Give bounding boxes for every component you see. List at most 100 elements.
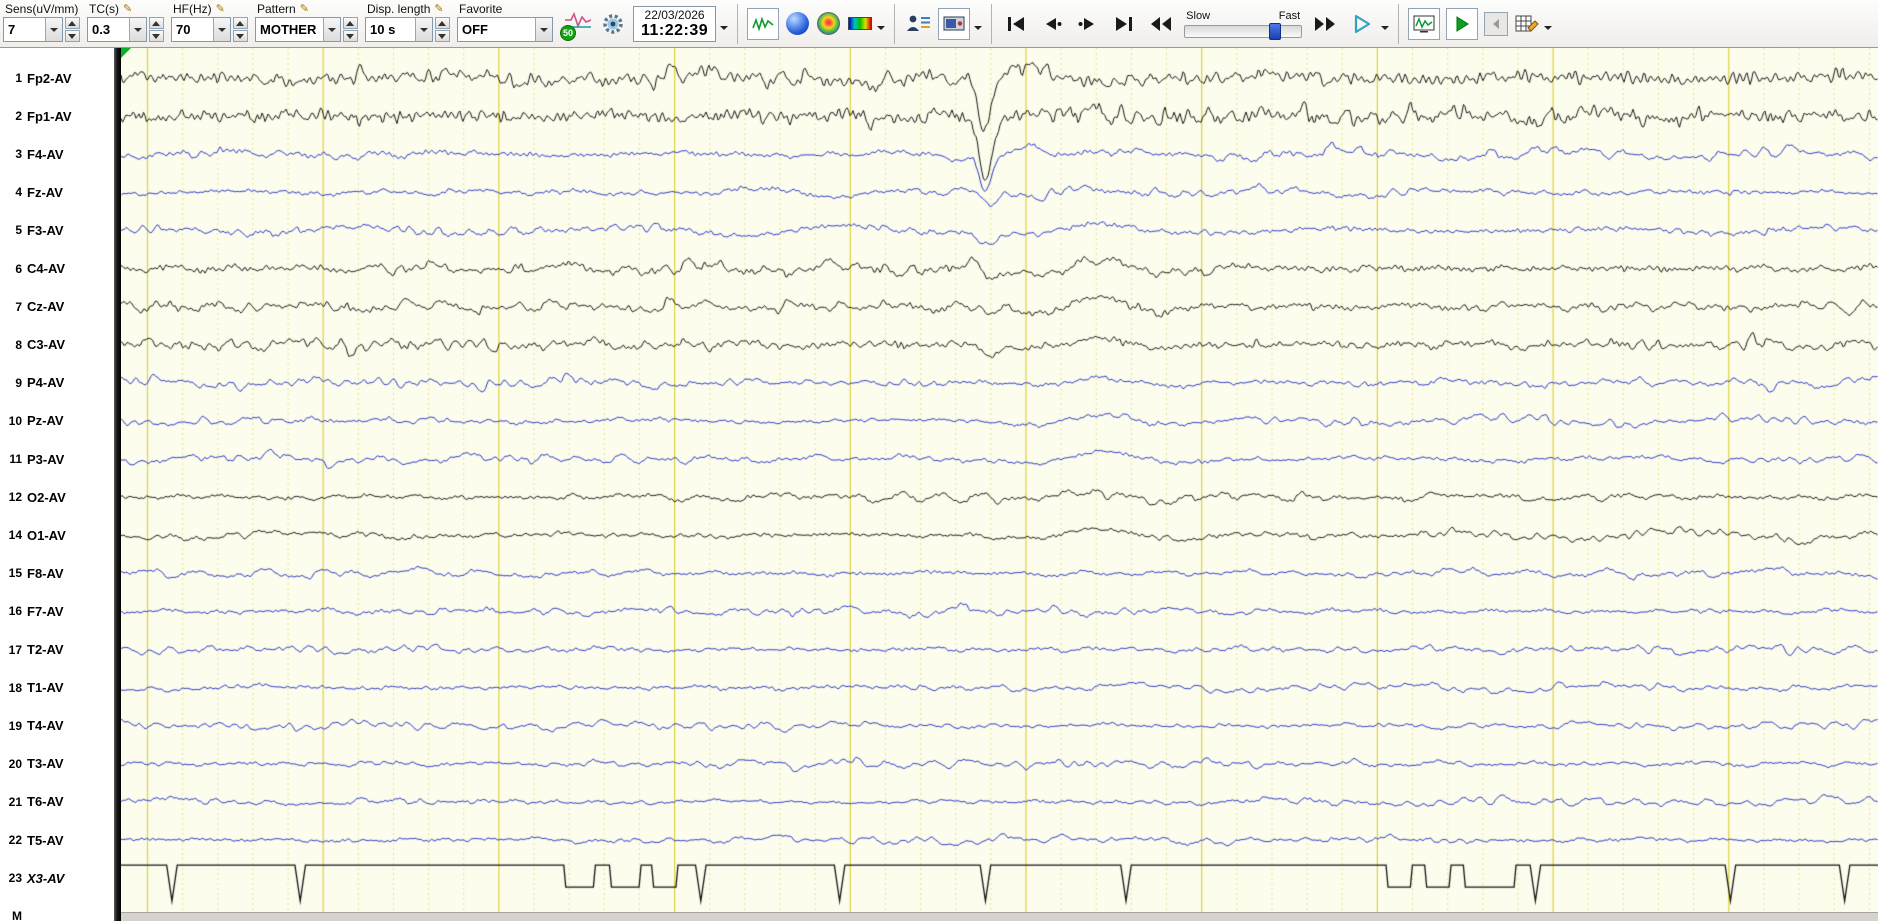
disp-length-combo[interactable]: 10 s (365, 17, 433, 42)
sens-spin-down-icon[interactable] (65, 30, 80, 42)
favorite-control: Favorite OFF (457, 1, 553, 42)
play-button[interactable] (1346, 10, 1378, 38)
channel-row-t4-av[interactable]: 19 T4-AV (0, 716, 114, 736)
notch-filter-icon[interactable]: 50 (560, 11, 592, 41)
panel-divider[interactable] (114, 48, 121, 921)
step-back-button[interactable] (1036, 12, 1068, 36)
disp-length-spin-up-icon[interactable] (435, 17, 450, 29)
datetime-display[interactable]: 22/03/2026 11:22:39 (633, 5, 717, 42)
settings-gear-icon[interactable] (600, 11, 626, 37)
hf-dropdown-icon[interactable] (213, 18, 230, 41)
eeg-trace-button[interactable] (747, 7, 780, 40)
collapse-left-button[interactable] (1484, 11, 1509, 36)
hf-combo[interactable]: 70 (171, 17, 231, 42)
color-scale-icon[interactable] (848, 17, 873, 30)
channel-row-o2-av[interactable]: 12 O2-AV (0, 487, 114, 507)
favorite-combo[interactable]: OFF (457, 17, 553, 42)
channel-row-f3-av[interactable]: 5 F3-AV (0, 220, 114, 240)
channel-number: 7 (15, 299, 22, 314)
map-dropdown-icon[interactable] (877, 25, 886, 34)
channel-number: 6 (15, 261, 22, 276)
channel-row-t5-av[interactable]: 22 T5-AV (0, 830, 114, 850)
blue-sphere-icon (786, 12, 810, 35)
hf-spin-down-icon[interactable] (233, 30, 248, 42)
video-display-button[interactable] (938, 7, 971, 40)
channel-row-p4-av[interactable]: 9 P4-AV (0, 373, 114, 393)
speed-slider[interactable]: Slow Fast (1184, 10, 1303, 40)
channel-number: 22 (8, 833, 22, 847)
eeg-viewer-window: Sens(uV/mm) 7 TC(s) ✎ 0.3 HF(Hz) ✎ 70 Pa… (0, 0, 1878, 921)
video-dropdown-icon[interactable] (974, 25, 983, 34)
go-last-button[interactable] (1108, 12, 1140, 36)
tc-value: 0.3 (92, 22, 111, 37)
channel-row-p3-av[interactable]: 11 P3-AV (0, 449, 114, 469)
go-first-button[interactable] (1000, 12, 1032, 36)
sphere-map-icon[interactable] (786, 12, 810, 35)
pattern-edit-pencil-icon[interactable]: ✎ (300, 3, 309, 15)
patient-info-icon[interactable] (905, 13, 931, 35)
favorite-label: Favorite (459, 2, 503, 16)
speed-slider-thumb[interactable] (1268, 22, 1281, 40)
sens-dropdown-icon[interactable] (45, 18, 62, 41)
sens-spin-up-icon[interactable] (65, 17, 80, 29)
pattern-combo[interactable]: MOTHER (255, 17, 341, 42)
start-recording-button[interactable] (1446, 7, 1479, 40)
eeg-traces-canvas[interactable] (121, 48, 1878, 921)
tc-spin-down-icon[interactable] (149, 30, 164, 42)
hf-label: HF(Hz) (173, 2, 212, 16)
channel-row-t3-av[interactable]: 20 T3-AV (0, 754, 114, 774)
channel-row-t1-av[interactable]: 18 T1-AV (0, 678, 114, 698)
pattern-dropdown-icon[interactable] (323, 18, 340, 41)
monitor-trace-button[interactable] (1408, 7, 1441, 40)
channel-row-x3-av[interactable]: 23 X3-AV (0, 868, 114, 888)
channel-row-m[interactable]: M (0, 906, 114, 921)
pattern-spin-down-icon[interactable] (343, 30, 358, 42)
tc-edit-pencil-icon[interactable]: ✎ (123, 3, 132, 15)
channel-row-t6-av[interactable]: 21 T6-AV (0, 792, 114, 812)
channel-row-cz-av[interactable]: 7 Cz-AV (0, 297, 114, 317)
datetime-dropdown-icon[interactable] (720, 25, 729, 34)
channel-row-c3-av[interactable]: 8 C3-AV (0, 335, 114, 355)
disp-length-spin-down-icon[interactable] (435, 30, 450, 42)
channel-number: 10 (8, 413, 22, 428)
channel-label: O1-AV (27, 527, 66, 543)
favorite-dropdown-icon[interactable] (535, 18, 552, 41)
disp-length-dropdown-icon[interactable] (415, 18, 432, 41)
speed-slider-track[interactable] (1184, 22, 1303, 40)
channel-row-fp2-av[interactable]: 1 Fp2-AV (0, 68, 114, 88)
channel-label: C3-AV (27, 337, 66, 353)
notch-value-badge: 50 (560, 24, 576, 41)
channel-row-c4-av[interactable]: 6 C4-AV (0, 259, 114, 279)
disp-length-edit-pencil-icon[interactable]: ✎ (434, 3, 443, 15)
channel-label: T5-AV (27, 832, 64, 848)
pattern-label: Pattern (257, 2, 296, 16)
channel-row-f4-av[interactable]: 3 F4-AV (0, 144, 114, 164)
pattern-spin-up-icon[interactable] (343, 17, 358, 29)
topography-map-icon[interactable] (817, 12, 841, 35)
rewind-button[interactable] (1144, 12, 1178, 36)
hf-spin-up-icon[interactable] (233, 17, 248, 29)
tc-spin-up-icon[interactable] (149, 17, 164, 29)
montage-edit-icon[interactable] (1515, 13, 1539, 35)
hf-edit-pencil-icon[interactable]: ✎ (216, 3, 225, 15)
channel-label-panel: 1 Fp2-AV 2 Fp1-AV 3 F4-AV 4 Fz-AV 5 F3-AV 6 C4-AV 7 C… (0, 48, 114, 921)
play-dropdown-icon[interactable] (1381, 25, 1390, 34)
tc-combo[interactable]: 0.3 (87, 17, 147, 42)
channel-row-fp1-av[interactable]: 2 Fp1-AV (0, 106, 114, 126)
horizontal-scrollbar[interactable] (121, 912, 1878, 921)
channel-label: Fz-AV (27, 184, 63, 200)
channel-row-fz-av[interactable]: 4 Fz-AV (0, 182, 114, 202)
step-forward-button[interactable] (1072, 12, 1104, 36)
channel-row-f7-av[interactable]: 16 F7-AV (0, 601, 114, 621)
montage-dropdown-icon[interactable] (1544, 25, 1553, 34)
fast-forward-button[interactable] (1308, 12, 1342, 36)
sens-combo[interactable]: 7 (3, 17, 63, 42)
tc-dropdown-icon[interactable] (129, 18, 146, 41)
channel-number: 1 (15, 71, 22, 85)
channel-number: 15 (8, 566, 22, 581)
channel-row-pz-av[interactable]: 10 Pz-AV (0, 411, 114, 431)
channel-row-o1-av[interactable]: 14 O1-AV (0, 525, 114, 545)
channel-row-t2-av[interactable]: 17 T2-AV (0, 640, 114, 660)
channel-row-f8-av[interactable]: 15 F8-AV (0, 563, 114, 583)
tc-label: TC(s) (89, 2, 119, 16)
